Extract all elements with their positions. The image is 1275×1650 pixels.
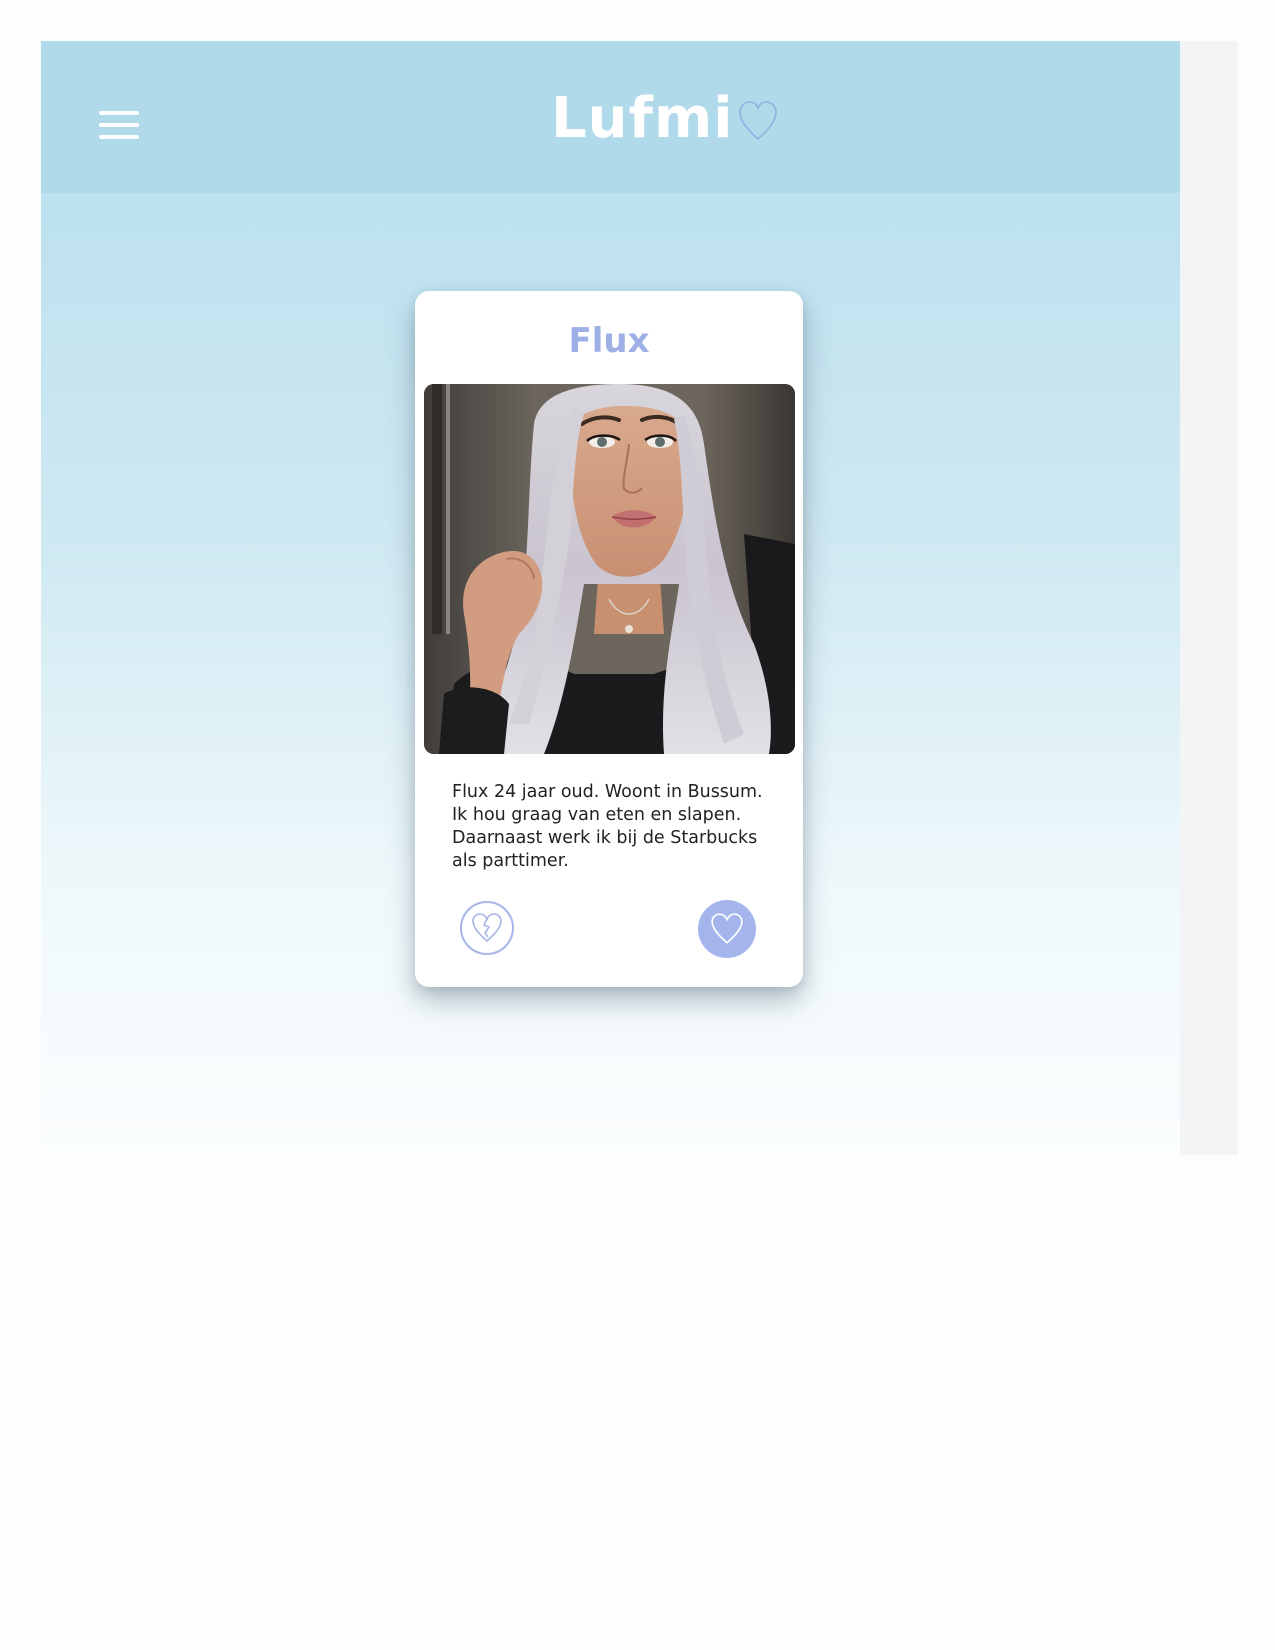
profile-card[interactable]: Flux Flux 24 jaar oud. Woont in Bussum. … [415,291,803,987]
app-header: Lufmi [41,41,1180,193]
dislike-button[interactable] [460,901,514,955]
heart-outline-icon [739,101,778,141]
hamburger-menu-icon[interactable] [99,109,139,141]
profile-bio: Flux 24 jaar oud. Woont in Bussum. Ik ho… [452,782,763,871]
profile-photo [424,384,795,754]
broken-heart-icon [472,913,502,943]
logo-text: Lufmi [551,85,734,151]
app-logo[interactable]: Lufmi [551,83,779,153]
profile-name: Flux [568,321,650,361]
heart-icon [711,913,743,944]
like-button[interactable] [698,900,756,958]
app-viewport: Lufmi Flux Flux 24 jaar oud. Woont in Bu… [41,41,1180,1155]
scrollbar-track[interactable] [1180,41,1238,1155]
